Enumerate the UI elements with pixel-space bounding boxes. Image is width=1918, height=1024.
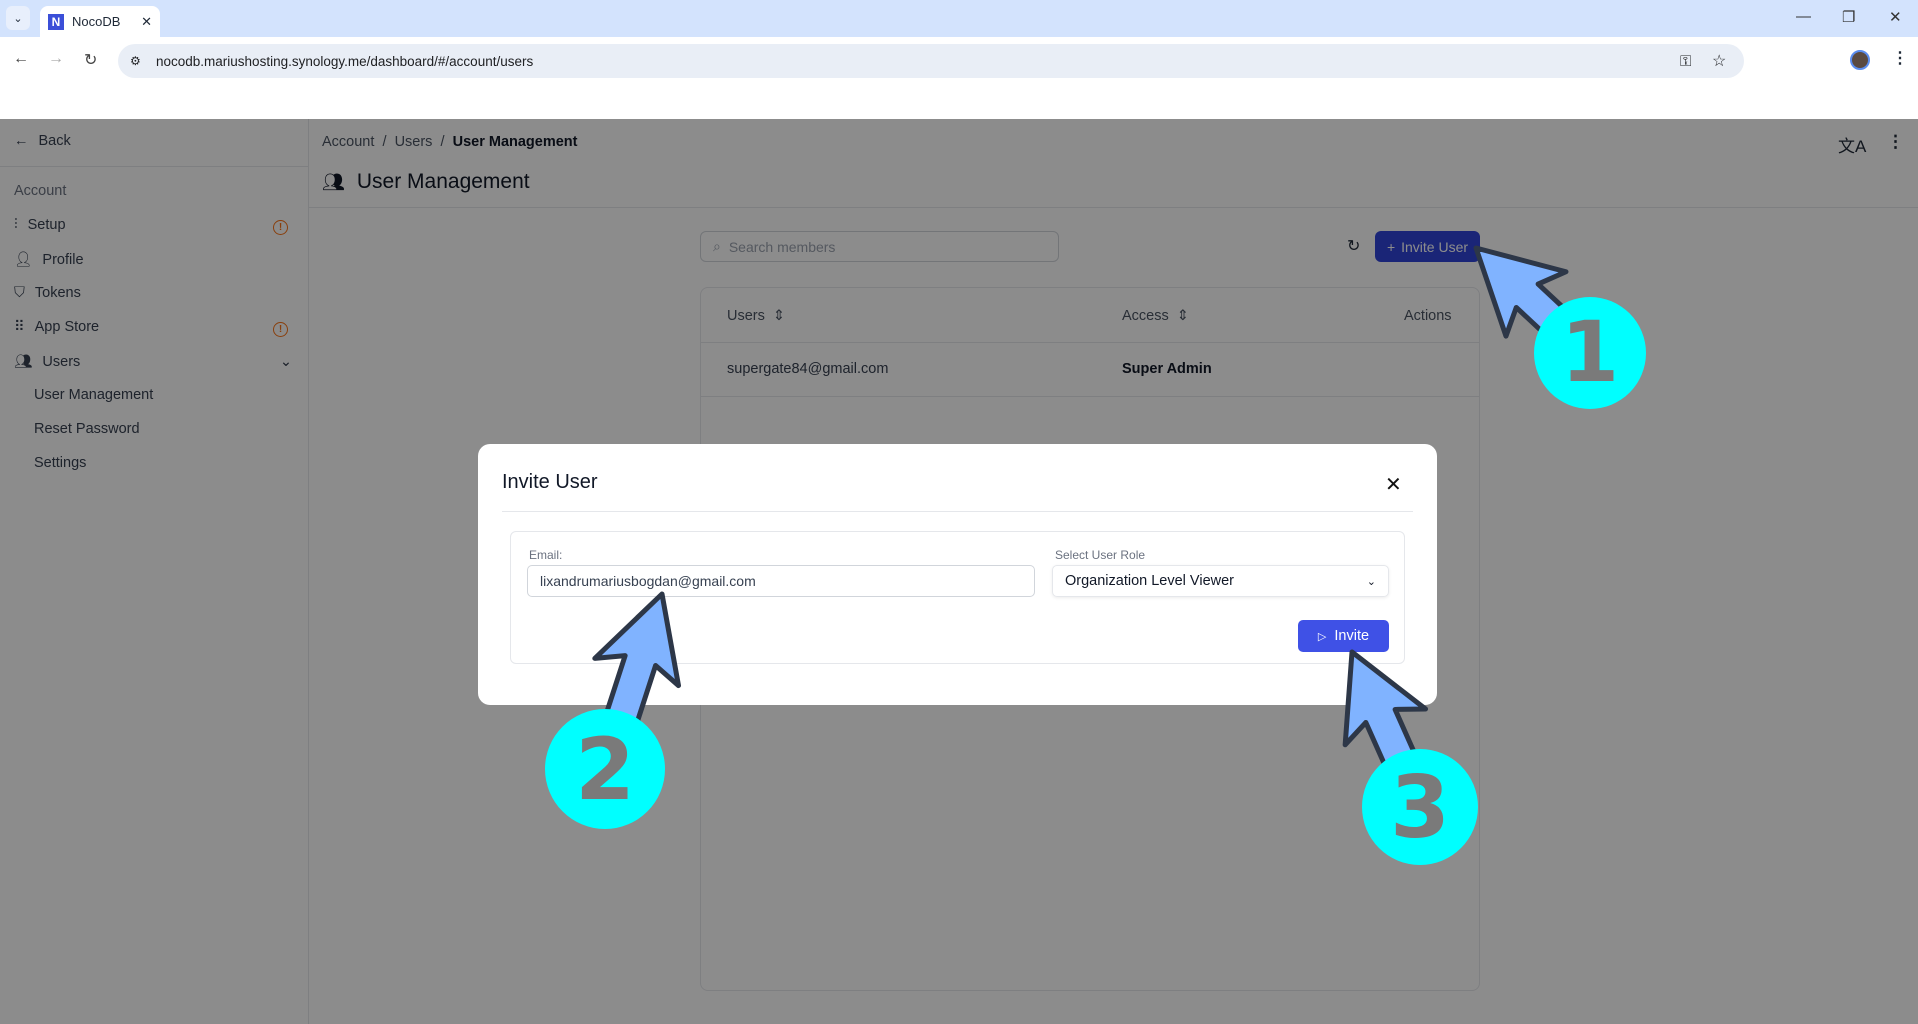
tab-title: NocoDB (72, 14, 121, 29)
browser-menu-icon[interactable]: ⋮ (1892, 48, 1908, 68)
chevron-down-icon: ⌄ (1366, 575, 1376, 588)
browser-tab-bar (0, 0, 1918, 37)
nocodb-logo-icon: N (48, 13, 64, 30)
close-icon[interactable]: ✕ (1385, 472, 1402, 497)
minimize-icon[interactable]: — (1796, 8, 1811, 25)
reload-icon[interactable]: ↻ (84, 50, 97, 70)
send-icon: ▷ (1317, 630, 1327, 643)
invite-form: Email: lixandrumariusbogdan@gmail.com Se… (510, 531, 1405, 664)
restore-icon[interactable]: ❐ (1842, 8, 1855, 26)
role-select[interactable]: Organization Level Viewer ⌄ (1052, 565, 1389, 597)
email-label: Email: (529, 548, 563, 562)
url-text: nocodb.mariushosting.synology.me/dashboa… (156, 53, 534, 69)
address-bar[interactable]: ⚙ nocodb.mariushosting.synology.me/dashb… (118, 44, 1744, 78)
invite-user-modal: Invite User ✕ Email: lixandrumariusbogda… (478, 444, 1437, 705)
role-label: Select User Role (1055, 548, 1146, 562)
divider (502, 511, 1413, 512)
password-key-icon[interactable]: ⚿ (1680, 53, 1691, 70)
invite-button[interactable]: ▷ Invite (1298, 620, 1389, 652)
close-tab-icon[interactable]: ✕ (141, 14, 152, 30)
close-window-icon[interactable]: ✕ (1889, 8, 1902, 26)
back-nav-icon[interactable]: ← (13, 50, 29, 68)
modal-title: Invite User (502, 471, 598, 493)
email-field[interactable]: lixandrumariusbogdan@gmail.com (527, 565, 1035, 597)
browser-tab[interactable]: N NocoDB ✕ (40, 6, 160, 37)
bookmark-star-icon[interactable]: ☆ (1712, 51, 1726, 71)
forward-nav-icon[interactable]: → (48, 50, 64, 68)
site-settings-icon[interactable]: ⚙ (130, 54, 141, 68)
tab-search-chevron-icon[interactable]: ⌄ (6, 6, 30, 30)
profile-avatar[interactable] (1850, 50, 1870, 70)
